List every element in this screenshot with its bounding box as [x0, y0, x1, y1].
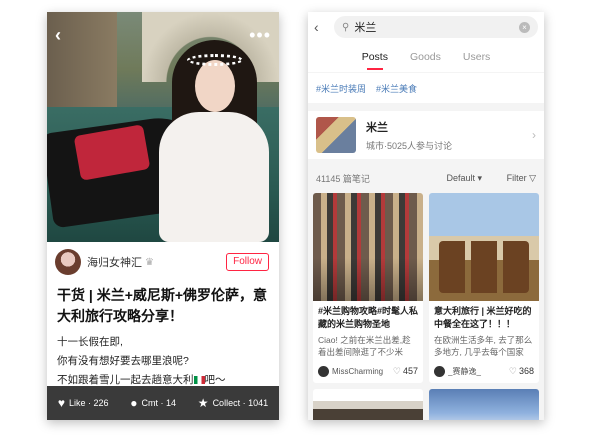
card-image — [429, 193, 539, 301]
more-icon[interactable]: ••• — [249, 26, 271, 44]
cover-person-dress — [159, 112, 269, 242]
back-icon[interactable]: ‹ — [55, 26, 61, 44]
author-avatar[interactable] — [55, 249, 81, 275]
search-input[interactable]: 米兰 — [354, 19, 519, 35]
search-results-screen: ‹ ⚲ 米兰 × Posts Goods Users #米兰时装周 #米兰美食 … — [308, 12, 544, 420]
follow-button[interactable]: Follow — [226, 253, 269, 271]
topic-thumbnail — [316, 117, 356, 153]
card-snippet: Ciao! 之前在米兰出差,趁着出差间隙逛了不少米 — [318, 335, 411, 357]
search-bar: ‹ ⚲ 米兰 × — [308, 12, 544, 42]
comment-label: Cmt · 14 — [141, 398, 177, 408]
card-username[interactable]: _赛静逸_ — [448, 366, 509, 377]
back-icon[interactable]: ‹ — [314, 19, 328, 35]
author-row: 海归女神汇 ♛ Follow — [47, 242, 279, 282]
comment-icon: ● — [130, 396, 138, 410]
author-name[interactable]: 海归女神汇 — [87, 254, 142, 270]
filter-row: 41145 篇笔记 Default ▾ Filter ▽ — [308, 165, 544, 191]
card-snippet: 在欧洲生活多年, 去了那么多地方, 几乎去每个国家 — [434, 335, 533, 357]
result-card-partial[interactable] — [429, 389, 539, 420]
crown-icon: ♛ — [145, 256, 154, 268]
tab-goods[interactable]: Goods — [410, 47, 441, 67]
hashtag-link[interactable]: #米兰美食 — [376, 82, 417, 95]
cover-nav: ‹ ••• — [55, 26, 271, 44]
comment-button[interactable]: ● Cmt · 14 — [130, 396, 176, 410]
topic-title: 米兰 — [366, 121, 388, 134]
sort-dropdown[interactable]: Default ▾ — [446, 173, 482, 184]
action-bar: ♥ Like · 226 ● Cmt · 14 ★ Collect · 1041 — [47, 386, 279, 420]
result-card-partial[interactable] — [313, 389, 423, 420]
like-button[interactable]: ♥ Like · 226 — [58, 396, 109, 410]
search-box[interactable]: ⚲ 米兰 × — [334, 16, 538, 38]
search-icon: ⚲ — [342, 21, 350, 33]
post-body: 十一长假在即, 你有没有想好要去哪里浪呢? 不如跟着雪儿一起去趟意大利 吧～ — [47, 327, 279, 390]
post-cover-image[interactable]: ‹ ••• — [47, 12, 279, 242]
card-title: #米兰购物攻略#时髦人私藏的米兰购物圣地 — [318, 306, 419, 329]
results-grid-next-row — [308, 389, 544, 420]
chevron-right-icon: › — [532, 128, 536, 142]
collect-label: Collect · 1041 — [212, 398, 269, 408]
card-footer: MissCharming ♡ 457 — [313, 364, 423, 378]
post-body-line: 十一长假在即, — [57, 336, 123, 348]
results-grid: #米兰购物攻略#时髦人私藏的米兰购物圣地 Ciao! 之前在米兰出差,趁着出差间… — [308, 193, 544, 383]
filter-button[interactable]: Filter ▽ — [507, 173, 536, 184]
card-image-cups — [439, 241, 529, 293]
clear-icon[interactable]: × — [519, 21, 530, 33]
star-icon: ★ — [197, 396, 209, 410]
result-card[interactable]: 意大利旅行 | 米兰好吃的中餐全在这了！！！ 在欧洲生活多年, 去了那么多地方,… — [429, 193, 539, 383]
note-detail-screen: ‹ ••• 海归女神汇 ♛ Follow 干货 | 米兰+威尼斯+佛罗伦萨，意大… — [47, 12, 279, 420]
topic-text: 米兰 城市·5025人参与讨论 — [366, 119, 452, 152]
cover-person-face — [195, 60, 235, 112]
tab-posts[interactable]: Posts — [362, 47, 388, 70]
card-likes: 457 — [402, 366, 418, 376]
italy-flag-icon — [193, 376, 205, 384]
collect-button[interactable]: ★ Collect · 1041 — [198, 396, 268, 410]
result-tabs: Posts Goods Users — [308, 42, 544, 72]
like-label: Like · 226 — [69, 398, 109, 408]
hashtag-link[interactable]: #米兰时装周 — [316, 82, 366, 95]
card-avatar[interactable] — [318, 365, 329, 377]
card-image — [313, 193, 423, 301]
heart-icon[interactable]: ♡ — [393, 366, 401, 377]
post-body-text: 不如跟着雪儿一起去趟意大利 — [57, 374, 194, 386]
cover-flower-wreath — [187, 54, 243, 66]
heart-icon[interactable]: ♡ — [509, 366, 517, 377]
post-body-line: 你有没有想好要去哪里浪呢? — [57, 355, 189, 367]
card-footer: _赛静逸_ ♡ 368 — [429, 364, 539, 378]
post-title: 干货 | 米兰+威尼斯+佛罗伦萨，意大利旅行攻略分享！ — [57, 287, 268, 324]
card-title: 意大利旅行 | 米兰好吃的中餐全在这了！！！ — [434, 306, 532, 329]
note-count: 41145 篇笔记 — [316, 173, 370, 184]
tab-users[interactable]: Users — [463, 47, 490, 67]
topic-card[interactable]: 米兰 城市·5025人参与讨论 › — [308, 111, 544, 159]
card-likes: 368 — [518, 366, 534, 376]
post-body-suffix: 吧～ — [204, 374, 226, 386]
hashtag-row: #米兰时装周 #米兰美食 — [308, 73, 544, 103]
card-avatar[interactable] — [434, 365, 445, 377]
card-username[interactable]: MissCharming — [332, 367, 393, 376]
heart-icon: ♥ — [57, 396, 65, 410]
topic-subtitle: 城市·5025人参与讨论 — [366, 140, 453, 151]
result-card[interactable]: #米兰购物攻略#时髦人私藏的米兰购物圣地 Ciao! 之前在米兰出差,趁着出差间… — [313, 193, 423, 383]
